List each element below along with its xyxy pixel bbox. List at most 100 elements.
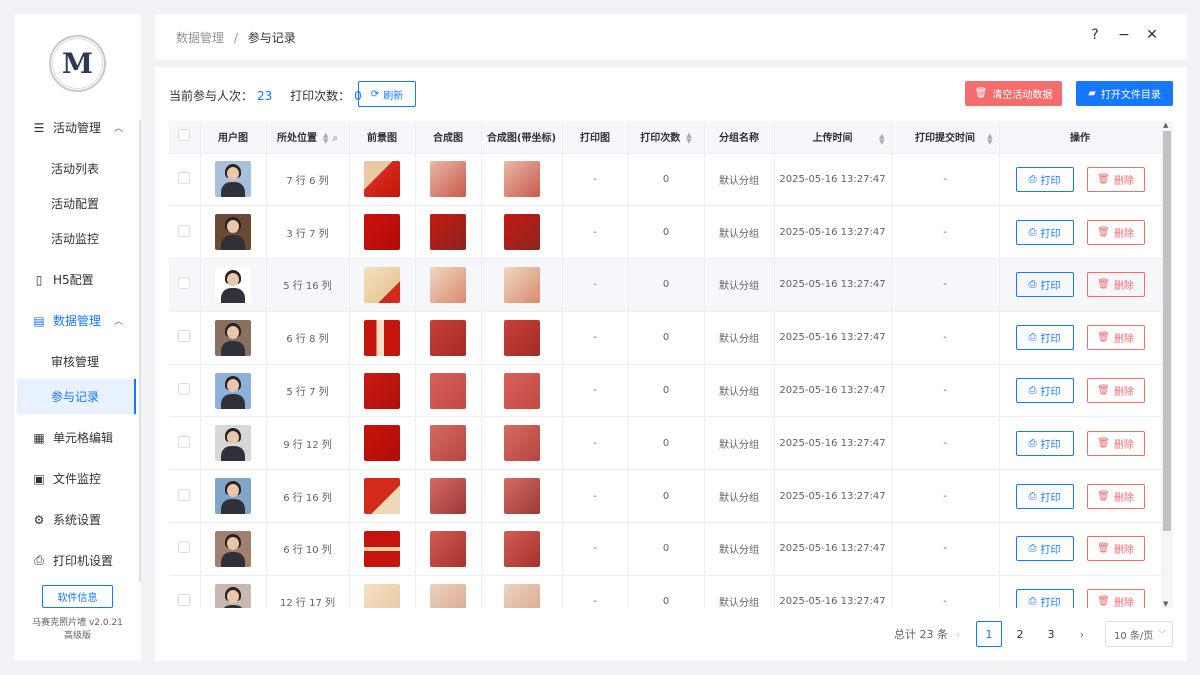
row-select-cell[interactable] [169, 469, 201, 524]
print-button[interactable]: ⎙ 打印 [1015, 219, 1074, 245]
row-select-cell[interactable] [169, 311, 201, 365]
col-print-count[interactable]: 打印次数 ▲ ▼ [628, 121, 705, 154]
foreground-thumbnail[interactable] [364, 214, 400, 251]
foreground-thumbnail[interactable] [364, 583, 400, 608]
print-button[interactable]: ⎙ 打印 [1015, 483, 1074, 509]
software-info-button[interactable]: 软件信息 [42, 585, 113, 608]
sidebar-item-cell-editor[interactable]: ▦ 单元格编辑 [14, 420, 141, 455]
row-checkbox[interactable] [178, 277, 191, 290]
sidebar-item-system-settings[interactable]: ⚙ 系统设置 [14, 502, 141, 537]
row-checkbox[interactable] [178, 330, 191, 343]
row-select-cell[interactable] [169, 522, 201, 576]
sidebar-item-activity-config[interactable]: 活动配置 [14, 186, 141, 221]
sidebar-item-printer-settings[interactable]: ⎙ 打印机设置 [14, 543, 141, 578]
page-button-2[interactable]: 2 [1007, 621, 1033, 647]
user-avatar[interactable] [215, 478, 251, 515]
print-button[interactable]: ⎙ 打印 [1015, 272, 1074, 298]
sidebar-scrollbar[interactable] [139, 120, 141, 582]
user-avatar[interactable] [215, 425, 251, 462]
page-button-3[interactable]: 3 [1038, 621, 1064, 647]
scroll-down-icon[interactable]: ▼ [1163, 600, 1168, 608]
composite-thumbnail[interactable] [430, 372, 466, 409]
delete-button[interactable]: 🗑 删除 [1086, 589, 1145, 608]
user-avatar[interactable] [215, 319, 251, 356]
composite-coords-thumbnail[interactable] [503, 372, 540, 409]
row-checkbox[interactable] [178, 224, 191, 237]
composite-thumbnail[interactable] [430, 478, 466, 515]
header-select-all[interactable] [169, 121, 201, 154]
delete-button[interactable]: 🗑 删除 [1086, 378, 1145, 404]
user-avatar[interactable] [215, 372, 251, 409]
row-checkbox[interactable] [178, 435, 191, 448]
composite-thumbnail[interactable] [430, 319, 466, 356]
help-icon[interactable]: ? [1087, 27, 1103, 43]
close-icon[interactable]: ✕ [1144, 27, 1160, 43]
refresh-button[interactable]: ⟳ 刷新 [358, 81, 416, 107]
search-icon[interactable]: ⌕ [332, 133, 338, 144]
sidebar-item-review-mgmt[interactable]: 审核管理 [14, 344, 141, 379]
col-submit-time[interactable]: 打印提交时间 ▲ ▼ [891, 121, 1000, 154]
sidebar-item-h5-config[interactable]: ▯ H5配置 [14, 262, 141, 297]
composite-coords-thumbnail[interactable] [503, 530, 540, 567]
row-checkbox[interactable] [178, 488, 191, 501]
breadcrumb-parent[interactable]: 数据管理 [176, 31, 224, 45]
col-position[interactable]: 所处位置 ▲ ▼ ⌕ [266, 121, 350, 154]
print-button[interactable]: ⎙ 打印 [1015, 325, 1074, 351]
foreground-thumbnail[interactable] [364, 425, 400, 462]
composite-coords-thumbnail[interactable] [503, 319, 540, 356]
delete-button[interactable]: 🗑 删除 [1086, 219, 1145, 245]
composite-coords-thumbnail[interactable] [503, 425, 540, 462]
scroll-up-icon[interactable]: ▲ [1163, 121, 1168, 129]
row-select-cell[interactable] [169, 153, 201, 207]
next-page-button[interactable]: › [1069, 621, 1095, 647]
sidebar-item-activity-mgmt[interactable]: ☰ 活动管理 ︿ [14, 110, 141, 145]
print-button[interactable]: ⎙ 打印 [1015, 430, 1074, 456]
sort-icon[interactable]: ▲ ▼ [323, 132, 328, 145]
sidebar-item-activity-monitor[interactable]: 活动监控 [14, 221, 141, 256]
user-avatar[interactable] [215, 266, 251, 303]
foreground-thumbnail[interactable] [364, 372, 400, 409]
select-all-checkbox[interactable] [178, 129, 191, 142]
sidebar-item-participation-records[interactable]: 参与记录 [17, 379, 136, 414]
print-button[interactable]: ⎙ 打印 [1015, 378, 1074, 404]
foreground-thumbnail[interactable] [364, 530, 400, 567]
row-checkbox[interactable] [178, 541, 191, 554]
user-avatar[interactable] [215, 583, 251, 608]
sidebar-item-data-mgmt[interactable]: ▤ 数据管理 ︿ [14, 303, 141, 338]
composite-thumbnail[interactable] [430, 530, 466, 567]
row-checkbox[interactable] [178, 383, 191, 396]
row-select-cell[interactable] [169, 575, 201, 608]
user-avatar[interactable] [215, 161, 251, 198]
composite-thumbnail[interactable] [430, 583, 466, 608]
scroll-thumb[interactable] [1163, 131, 1171, 531]
print-button[interactable]: ⎙ 打印 [1015, 589, 1074, 608]
row-checkbox[interactable] [178, 594, 191, 607]
composite-thumbnail[interactable] [430, 214, 466, 251]
print-button[interactable]: ⎙ 打印 [1015, 166, 1074, 192]
composite-coords-thumbnail[interactable] [503, 478, 540, 515]
user-avatar[interactable] [215, 530, 251, 567]
row-select-cell[interactable] [169, 205, 201, 260]
sort-icon[interactable]: ▲ ▼ [987, 133, 992, 146]
delete-button[interactable]: 🗑 删除 [1086, 272, 1145, 298]
sort-icon[interactable]: ▲ ▼ [686, 132, 691, 145]
delete-button[interactable]: 🗑 删除 [1086, 483, 1145, 509]
foreground-thumbnail[interactable] [364, 266, 400, 303]
page-button-1[interactable]: 1 [976, 621, 1002, 647]
sort-icon[interactable]: ▲ ▼ [879, 133, 884, 146]
col-upload-time[interactable]: 上传时间 ▲ ▼ [774, 121, 892, 154]
user-avatar[interactable] [215, 214, 251, 251]
row-select-cell[interactable] [169, 416, 201, 471]
delete-button[interactable]: 🗑 删除 [1086, 430, 1145, 456]
sidebar-item-activity-list[interactable]: 活动列表 [14, 151, 141, 186]
row-checkbox[interactable] [178, 171, 191, 184]
foreground-thumbnail[interactable] [364, 478, 400, 515]
delete-button[interactable]: 🗑 删除 [1086, 325, 1145, 351]
row-select-cell[interactable] [169, 364, 201, 418]
table-scrollbar[interactable]: ▲ ▼ [1161, 121, 1173, 608]
composite-thumbnail[interactable] [430, 161, 466, 198]
print-button[interactable]: ⎙ 打印 [1015, 536, 1074, 562]
minimize-icon[interactable]: − [1116, 27, 1132, 43]
row-select-cell[interactable] [169, 258, 201, 312]
composite-thumbnail[interactable] [430, 266, 466, 303]
